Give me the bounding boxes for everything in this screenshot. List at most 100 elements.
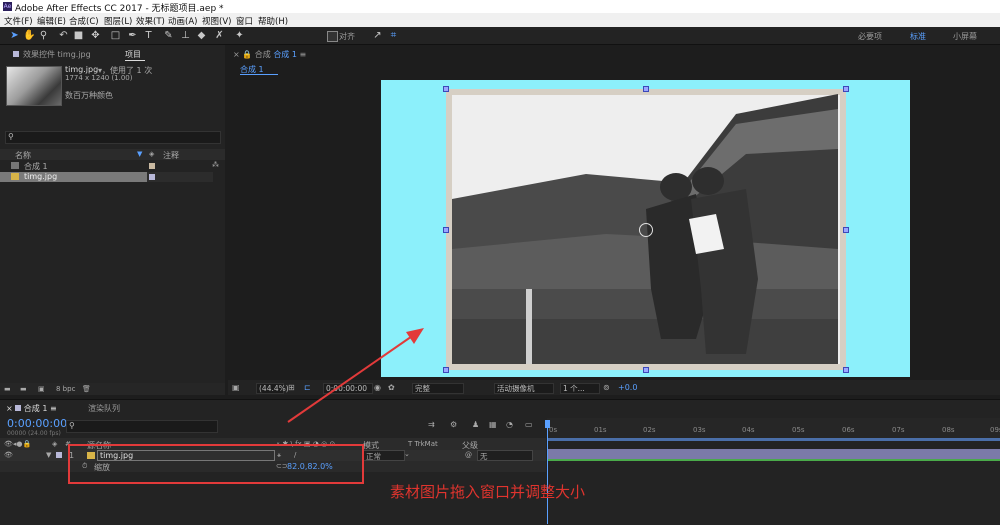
timeline-tab[interactable]: × 合成 1 ≡ bbox=[6, 403, 57, 417]
transform-handle[interactable] bbox=[843, 227, 849, 233]
search-icon: ⚲ bbox=[69, 421, 75, 430]
menu-edit[interactable]: 编辑(E) bbox=[37, 15, 66, 27]
views-dropdown[interactable]: 1 个... bbox=[560, 383, 600, 394]
col-name[interactable]: 名称 bbox=[15, 150, 31, 160]
transform-handle[interactable] bbox=[443, 367, 449, 373]
app-logo: Ae bbox=[3, 2, 12, 11]
snap-icon[interactable]: ↗ bbox=[372, 30, 383, 41]
rotate-tool-icon[interactable]: ↶ bbox=[58, 30, 69, 41]
composition-tab[interactable]: × 🔒 合成 合成 1 ≡ bbox=[233, 49, 306, 63]
eraser-tool-icon[interactable]: ◆ bbox=[196, 30, 207, 41]
workspace-essentials[interactable]: 必要项 bbox=[858, 31, 882, 42]
project-item-footage[interactable]: timg.jpg bbox=[0, 172, 147, 182]
transform-handle[interactable] bbox=[643, 367, 649, 373]
rectangle-tool-icon[interactable]: □ bbox=[110, 30, 121, 41]
roto-brush-tool-icon[interactable]: ✗ bbox=[214, 30, 225, 41]
col-comment[interactable]: 注释 bbox=[163, 150, 179, 160]
visibility-icon[interactable]: 👁 bbox=[4, 451, 13, 459]
tab-effect-controls[interactable]: 效果控件 timg.jpg bbox=[13, 49, 91, 63]
menu-file[interactable]: 文件(F) bbox=[4, 15, 33, 27]
workspace-small-screen[interactable]: 小屏幕 bbox=[953, 31, 977, 42]
exposure-reset-icon[interactable]: ⊚ bbox=[603, 383, 610, 392]
label-color-swatch[interactable] bbox=[56, 452, 62, 458]
label-swatch bbox=[15, 405, 22, 411]
timeline-timecode[interactable]: 0:00:00:00 bbox=[7, 417, 67, 430]
playhead-line[interactable] bbox=[547, 428, 548, 524]
puppet-pin-tool-icon[interactable]: ✦ bbox=[234, 30, 245, 41]
clone-stamp-tool-icon[interactable]: ⊥ bbox=[180, 30, 191, 41]
layer-track-line bbox=[547, 459, 1000, 461]
transform-handle[interactable] bbox=[843, 367, 849, 373]
tab-menu-icon[interactable]: ≡ bbox=[50, 404, 57, 413]
exposure-value[interactable]: +0.0 bbox=[618, 383, 637, 392]
menu-effect[interactable]: 效果(T) bbox=[136, 15, 165, 27]
menu-help[interactable]: 帮助(H) bbox=[258, 15, 288, 27]
ruler-tick-label: 0s bbox=[549, 426, 558, 434]
annotation-highlight-box bbox=[68, 444, 364, 484]
new-comp-icon[interactable]: ▣ bbox=[38, 385, 45, 393]
expand-twirl-icon[interactable]: ▼ bbox=[46, 451, 51, 459]
parent-dropdown[interactable]: 无 bbox=[477, 450, 533, 461]
graph-editor-icon[interactable]: ▭ bbox=[525, 420, 533, 429]
label-tag-icon: ◈ bbox=[52, 440, 58, 448]
blend-mode-dropdown[interactable]: 正常 bbox=[363, 450, 405, 461]
playhead-icon[interactable] bbox=[545, 420, 550, 428]
tab-underline bbox=[125, 60, 145, 61]
selection-tool-icon[interactable]: ➤ bbox=[9, 30, 20, 41]
work-area-bar[interactable] bbox=[547, 438, 1000, 441]
project-search-input[interactable]: ⚲ bbox=[5, 131, 221, 144]
pick-whip-icon[interactable]: @ bbox=[465, 451, 472, 459]
camera-tool-icon[interactable]: ■ bbox=[73, 30, 84, 41]
menu-view[interactable]: 视图(V) bbox=[202, 15, 231, 27]
preview-toggle-icon[interactable]: ▣ bbox=[232, 383, 240, 392]
align-checkbox[interactable] bbox=[327, 31, 338, 42]
camera-dropdown[interactable]: 活动摄像机 bbox=[494, 383, 554, 394]
text-tool-icon[interactable]: T bbox=[143, 30, 154, 41]
trash-icon[interactable]: 🗑 bbox=[82, 385, 91, 393]
tab-menu-icon[interactable]: ≡ bbox=[300, 50, 307, 59]
render-queue-tab[interactable]: 渲染队列 bbox=[88, 403, 120, 417]
menu-animation[interactable]: 动画(A) bbox=[168, 15, 197, 27]
transform-handle[interactable] bbox=[443, 86, 449, 92]
menu-layer[interactable]: 图层(L) bbox=[104, 15, 132, 27]
motion-blur-icon[interactable]: ◔ bbox=[506, 420, 513, 429]
transform-handle[interactable] bbox=[843, 86, 849, 92]
bpc-label[interactable]: 8 bpc bbox=[56, 385, 75, 393]
zoom-tool-icon[interactable]: ⚲ bbox=[38, 30, 49, 41]
transform-handle[interactable] bbox=[443, 227, 449, 233]
frame-blending-icon[interactable]: ▦ bbox=[489, 420, 497, 429]
pan-behind-tool-icon[interactable]: ✥ bbox=[90, 30, 101, 41]
close-icon[interactable]: × bbox=[233, 50, 240, 59]
workspace-standard[interactable]: 标准 bbox=[910, 31, 926, 42]
project-item-label: 合成 1 bbox=[24, 162, 48, 171]
flowchart-icon[interactable]: ⁂ bbox=[212, 161, 219, 169]
shy-layers-icon[interactable]: ♟ bbox=[472, 420, 479, 429]
time-ruler[interactable] bbox=[547, 418, 1000, 438]
timeline-tab-label: 合成 1 bbox=[23, 404, 48, 413]
menu-composition[interactable]: 合成(C) bbox=[69, 15, 99, 27]
ruler-tick-label: 05s bbox=[792, 426, 805, 434]
anchor-point-icon[interactable] bbox=[639, 223, 653, 237]
snap-options-icon[interactable]: ⌗ bbox=[388, 30, 399, 41]
label-color-swatch[interactable] bbox=[149, 174, 155, 180]
sort-chevron-icon[interactable]: ▼ bbox=[137, 150, 142, 158]
composition-icon bbox=[11, 162, 19, 169]
close-icon[interactable]: × bbox=[6, 404, 13, 413]
draft-3d-icon[interactable]: ⚙ bbox=[450, 420, 457, 429]
lock-icon[interactable]: 🔒 bbox=[242, 50, 252, 59]
align-label: 对齐 bbox=[339, 32, 355, 41]
ruler-tick-label: 08s bbox=[942, 426, 955, 434]
label-color-swatch[interactable] bbox=[149, 163, 155, 169]
pen-tool-icon[interactable]: ✒ bbox=[127, 30, 138, 41]
transform-handle[interactable] bbox=[643, 86, 649, 92]
blend-mode-chevron-icon[interactable]: ⌄ bbox=[404, 450, 410, 458]
menu-window[interactable]: 窗口 bbox=[236, 15, 253, 27]
hand-tool-icon[interactable]: ✋ bbox=[23, 30, 35, 41]
project-item-comp[interactable]: 合成 1 ⁂ bbox=[0, 161, 225, 171]
interpret-footage-icon[interactable]: ▬ bbox=[4, 385, 11, 393]
brush-tool-icon[interactable]: ✎ bbox=[163, 30, 174, 41]
timeline-search-input[interactable]: ⚲ bbox=[66, 420, 218, 433]
search-icon: ⚲ bbox=[8, 132, 14, 141]
col-trkmat[interactable]: T TrkMat bbox=[408, 440, 438, 448]
new-folder-icon[interactable]: ▬ bbox=[20, 385, 27, 393]
